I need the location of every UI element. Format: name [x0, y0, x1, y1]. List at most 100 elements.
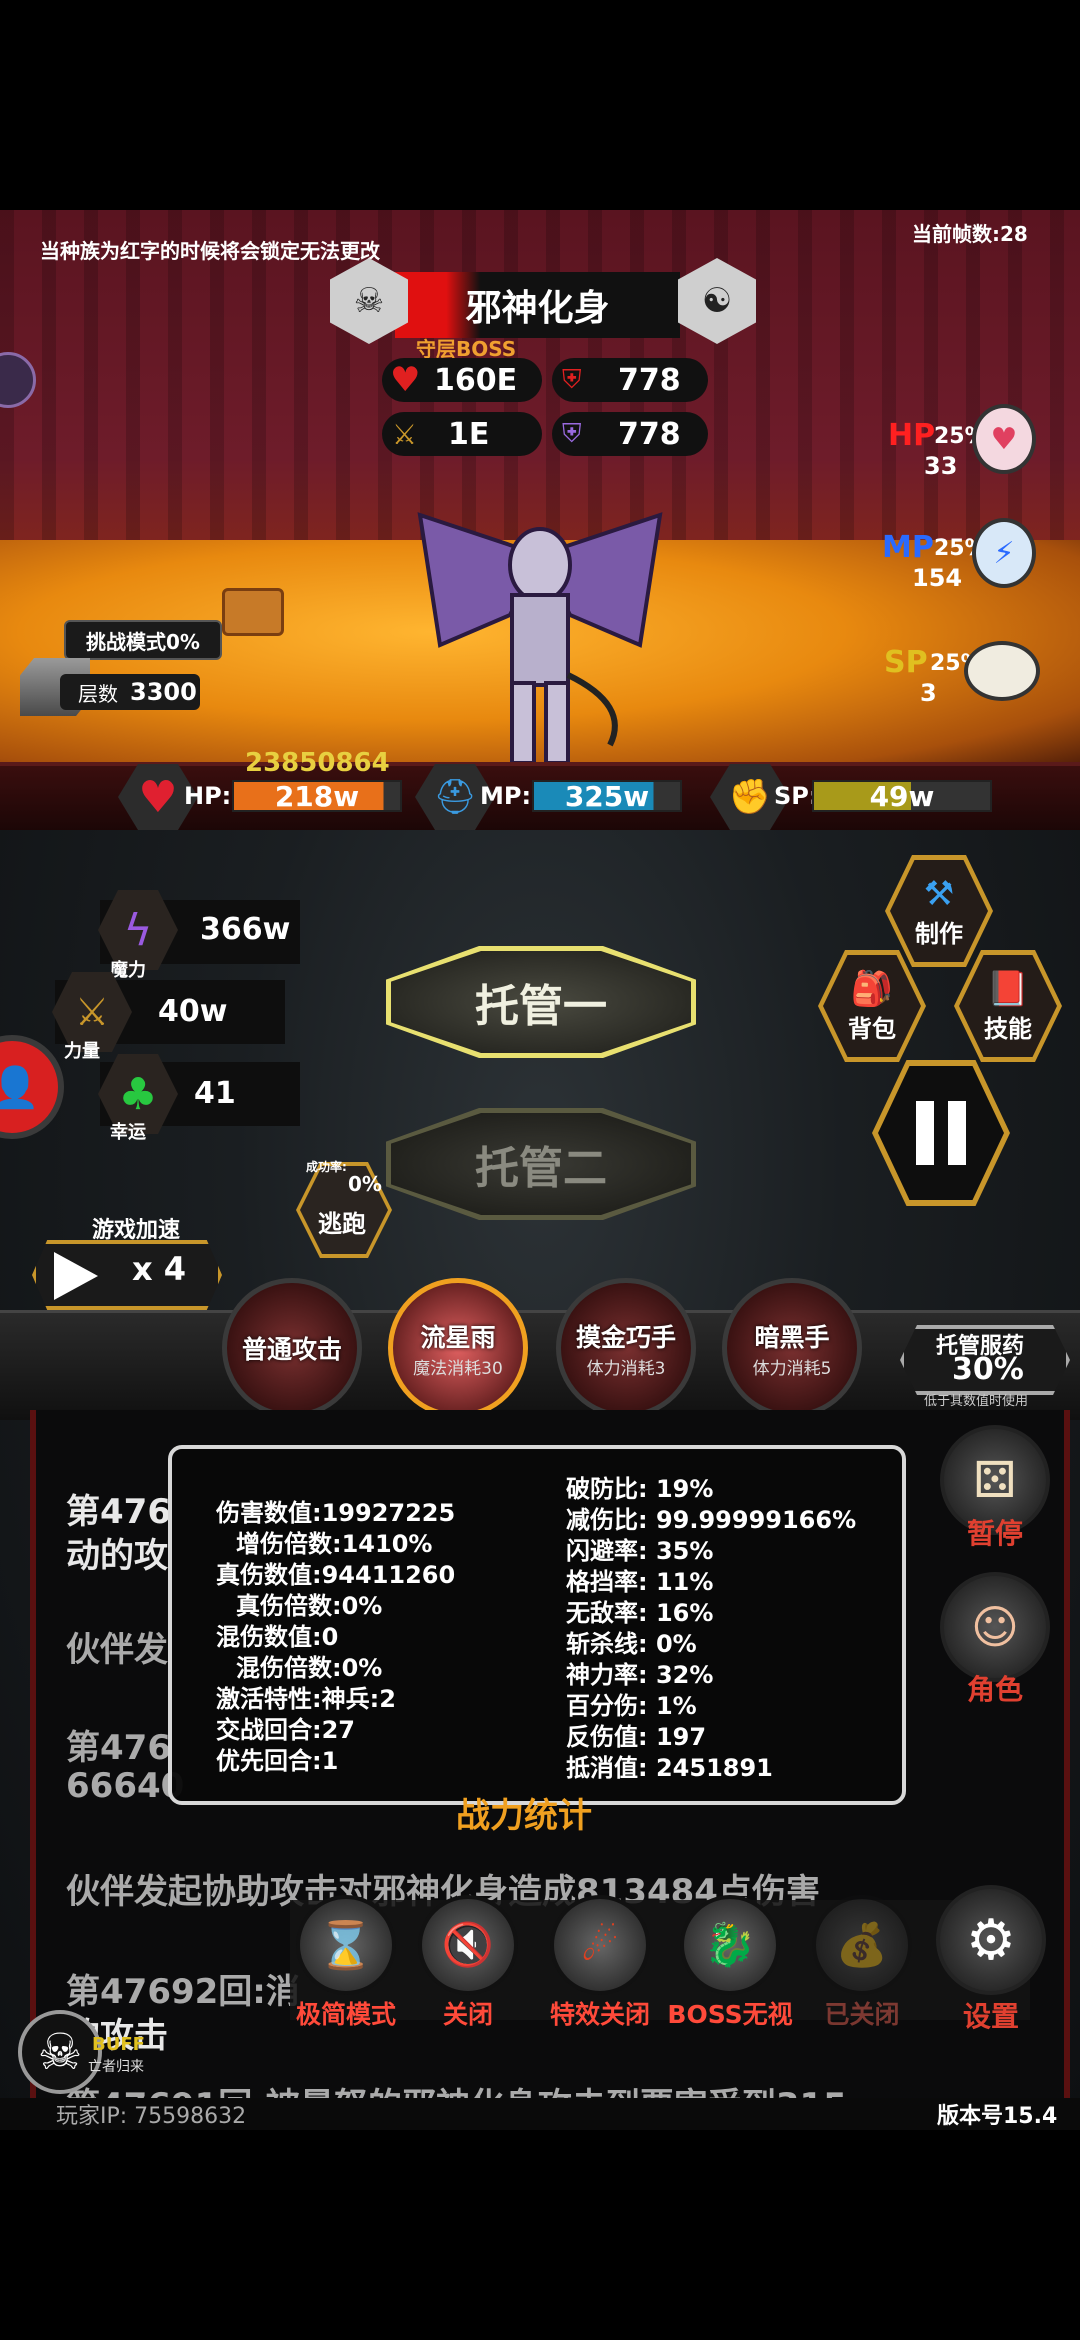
toolbar-label: 关闭 — [442, 2000, 493, 2029]
log-line: 动的攻 — [66, 1536, 168, 1576]
toolbar-label: 设置 — [962, 2000, 1019, 2033]
stat-key: 真伤倍数: — [236, 1592, 342, 1620]
skill-name: 暗黑手 — [754, 1322, 830, 1352]
stat-key: 抵消值: — [566, 1754, 648, 1782]
sp-potion[interactable]: SP 25% 3 — [868, 641, 1040, 707]
skull-buff-icon[interactable]: ☠ — [18, 2010, 102, 2094]
bag-icon: 💰 — [812, 1895, 912, 1995]
stat-value: 0% — [341, 1654, 383, 1682]
toolbar-label: 已关闭 — [824, 2000, 900, 2029]
challenge-mode-label: 挑战模式0% — [64, 620, 222, 660]
stat-value: 197 — [655, 1723, 707, 1751]
stat-value: 0% — [341, 1592, 383, 1620]
boss-ignore-button[interactable]: 🐉 BOSS无视 — [667, 1895, 793, 2031]
skill-dark-hand[interactable]: 暗黑手 体力消耗5 — [722, 1278, 862, 1418]
floor-label: 层数 — [78, 681, 118, 706]
treasure-chest-icon — [222, 588, 284, 636]
escape-label: 逃跑 — [318, 1210, 366, 1238]
escape-rate-label: 成功率: — [306, 1160, 347, 1174]
log-line: 66640 — [66, 1766, 185, 1806]
anvil-icon: ⚒ — [923, 873, 955, 914]
skill-cost: 体力消耗5 — [752, 1358, 832, 1379]
attr-value: 366w — [200, 912, 291, 947]
skill-normal-attack[interactable]: 普通攻击 — [222, 1278, 362, 1418]
sp-potion-icon — [964, 641, 1040, 701]
stat-key: 混伤数值: — [216, 1623, 322, 1651]
mp-label: MP: — [480, 782, 532, 810]
stat-key: 真伤数值: — [216, 1561, 322, 1589]
stat-value: 16% — [655, 1599, 714, 1627]
sp-value: 49w — [869, 779, 935, 813]
attr-value: 40w — [158, 994, 228, 1029]
potion-count: 154 — [912, 564, 963, 592]
skill-name: 流星雨 — [420, 1322, 496, 1352]
skill-gold-touch[interactable]: 摸金巧手 体力消耗3 — [556, 1278, 696, 1418]
toolbar-label: 特效关闭 — [549, 2000, 650, 2029]
stat-value: 35% — [655, 1537, 714, 1565]
stat-key: 格挡率: — [566, 1568, 648, 1596]
stat-value: 神兵:2 — [321, 1685, 396, 1713]
hp-potion-icon: ♥ — [972, 404, 1036, 474]
stat-value: 19927225 — [321, 1499, 456, 1527]
boss-def2: ⛨ 778 — [552, 412, 708, 456]
mp-value: 325w — [564, 779, 650, 813]
potion-count: 3 — [920, 679, 937, 707]
auto-potion-value: 30% — [952, 1352, 1024, 1387]
challenge-panel[interactable]: 挑战模式0% 层数 3300 — [20, 620, 222, 720]
stat-key: 斩杀线: — [566, 1630, 648, 1658]
mute-icon: 🔇 — [418, 1895, 518, 1995]
boss-def1: ⛨ 778 — [552, 358, 708, 402]
boss-atk-value: 1E — [448, 416, 490, 452]
skill-meteor-rain[interactable]: 流星雨 魔法消耗30 — [388, 1278, 528, 1418]
floor-counter: 层数 3300 — [60, 674, 200, 710]
skill-cost: 体力消耗3 — [586, 1358, 666, 1379]
skill-name: 普通攻击 — [241, 1335, 342, 1364]
loot-bag-button[interactable]: 💰 已关闭 — [812, 1895, 912, 2031]
boss-atk: ⚔ 1E — [382, 412, 542, 456]
craft-label: 制作 — [915, 919, 963, 948]
sword-icon: ⚔ — [392, 417, 418, 451]
boss-def2-value: 778 — [618, 416, 681, 452]
role-label: 角色 — [966, 1673, 1023, 1706]
effects-off-button[interactable]: ☄ 特效关闭 — [540, 1895, 660, 2031]
stats-panel-title: 战力统计 — [456, 1796, 592, 1836]
potion-type: MP — [882, 530, 934, 565]
role-button[interactable]: ☺ — [940, 1572, 1050, 1682]
skill-cost: 魔法消耗30 — [413, 1358, 503, 1379]
pause-label: 暂停 — [966, 1517, 1023, 1550]
stat-value: 0 — [321, 1623, 339, 1651]
auto-one-label: 托管一 — [391, 951, 691, 1053]
stat-value: 1410% — [341, 1530, 433, 1558]
auto-two-button[interactable]: 托管二 — [386, 1108, 696, 1220]
settings-button[interactable]: ⚙ 设置 — [936, 1885, 1046, 2035]
auto-two-label: 托管二 — [391, 1113, 691, 1215]
player-ip-value: 75598632 — [134, 2104, 247, 2129]
log-line: 第476 — [66, 1728, 171, 1768]
flame-icon: ☄ — [550, 1895, 650, 1995]
player-ip-label: 玩家IP: — [56, 2104, 128, 2129]
stat-key: 增伤倍数: — [236, 1530, 342, 1558]
boss-hp-value: 160E — [434, 362, 518, 398]
stat-key: 交战回合: — [216, 1716, 322, 1744]
simple-mode-button[interactable]: ⌛ 极简模式 — [286, 1895, 406, 2031]
log-line: 伙伴发 — [66, 1630, 168, 1670]
gear-icon: ⚙ — [936, 1885, 1046, 1995]
combat-stats-panel: 伤害数值:19927225 增伤倍数:1410% 真伤数值:94411260 真… — [168, 1445, 906, 1805]
mp-potion[interactable]: MP 25% 154 ⚡ — [868, 518, 1038, 592]
dice-icon: ⚄ — [973, 1451, 1017, 1509]
stat-value: 1% — [655, 1692, 697, 1720]
auto-potion-note: 低于其数值时使用 — [924, 1394, 1029, 1409]
stat-value: 0% — [655, 1630, 697, 1658]
floor-value: 3300 — [130, 678, 197, 706]
stat-value: 2451891 — [655, 1754, 773, 1782]
player-score: 23850864 — [245, 748, 390, 778]
hp-potion[interactable]: HP 25% 33 ♥ — [868, 404, 1038, 480]
stat-key: 百分伤: — [566, 1692, 648, 1720]
attr-label: 力量 — [64, 1041, 100, 1062]
stat-key: 减伤比: — [566, 1506, 648, 1534]
backpack-icon: 🎒 — [850, 968, 894, 1009]
sound-off-button[interactable]: 🔇 关闭 — [418, 1895, 518, 2031]
stat-key: 神力率: — [566, 1661, 648, 1689]
stat-value: 99.99999166% — [655, 1506, 857, 1534]
purple-shield-icon: ⛨ — [562, 418, 582, 449]
